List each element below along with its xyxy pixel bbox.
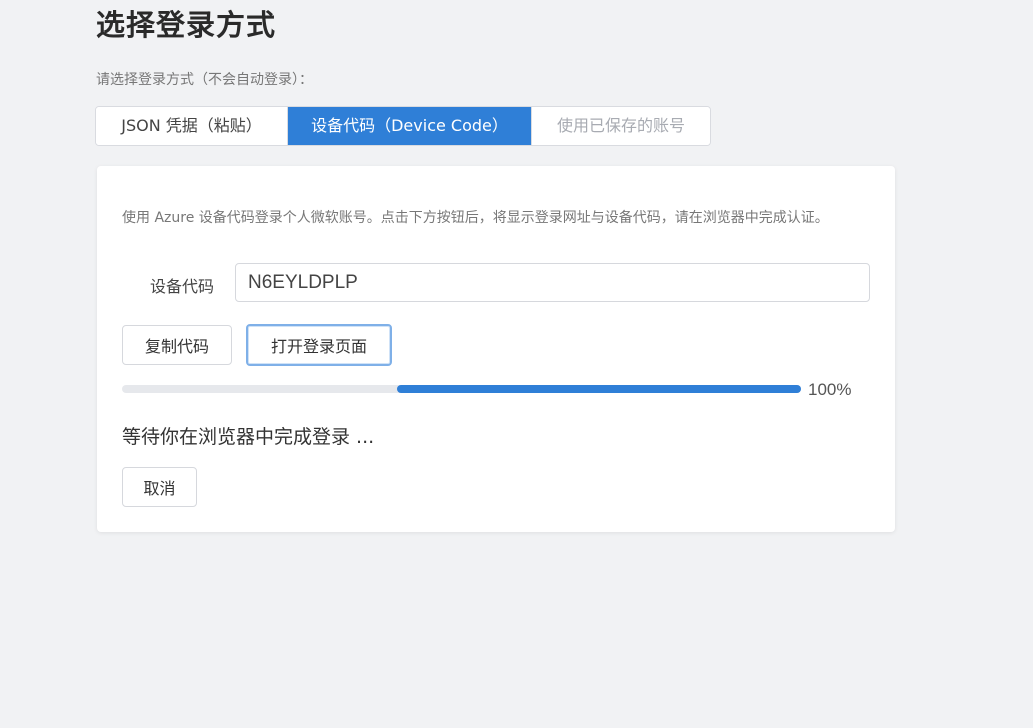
login-method-tabs: JSON 凭据（粘贴） 设备代码（Device Code） 使用已保存的账号 xyxy=(95,106,711,146)
device-code-label: 设备代码 xyxy=(150,277,215,296)
open-login-page-button[interactable]: 打开登录页面 xyxy=(246,324,392,366)
cancel-button[interactable]: 取消 xyxy=(122,467,197,507)
copy-code-button[interactable]: 复制代码 xyxy=(122,325,232,365)
tab-json-credentials[interactable]: JSON 凭据（粘贴） xyxy=(96,107,288,145)
device-code-panel: 使用 Azure 设备代码登录个人微软账号。点击下方按钮后，将显示登录网址与设备… xyxy=(97,166,895,532)
page-title: 选择登录方式 xyxy=(96,8,277,42)
progress-percent: 100% xyxy=(808,380,852,399)
tab-device-code[interactable]: 设备代码（Device Code） xyxy=(288,107,532,145)
tab-saved-account[interactable]: 使用已保存的账号 xyxy=(532,107,710,145)
login-method-page: 选择登录方式 请选择登录方式（不会自动登录）： JSON 凭据（粘贴） 设备代码… xyxy=(0,0,1033,728)
device-code-description: 使用 Azure 设备代码登录个人微软账号。点击下方按钮后，将显示登录网址与设备… xyxy=(122,210,829,226)
progress-bar xyxy=(122,385,801,393)
progress-fill xyxy=(397,385,801,393)
page-subtitle: 请选择登录方式（不会自动登录）： xyxy=(96,72,313,88)
status-text: 等待你在浏览器中完成登录 ... xyxy=(122,426,375,448)
device-code-field[interactable] xyxy=(235,263,870,302)
